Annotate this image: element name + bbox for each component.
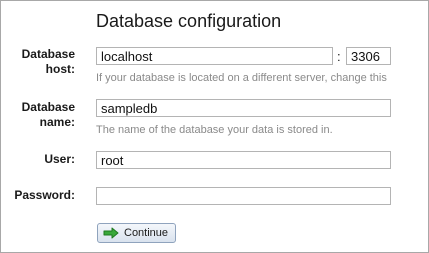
user-input[interactable] (96, 151, 391, 169)
db-port-input[interactable] (346, 47, 391, 65)
continue-button[interactable]: Continue (97, 223, 176, 243)
port-separator: : (337, 49, 341, 64)
db-host-input[interactable] (96, 47, 333, 65)
db-host-label-line1: Database (21, 47, 75, 61)
continue-label: Continue (124, 227, 169, 239)
db-host-hint: If your database is located on a differe… (96, 72, 387, 84)
db-name-input[interactable] (96, 99, 391, 117)
db-name-label-line2: name: (39, 115, 75, 129)
db-name-label-line1: Database (21, 100, 75, 114)
db-host-label-line2: host: (45, 62, 75, 76)
user-label: User: (44, 152, 75, 166)
password-label: Password: (14, 188, 75, 202)
arrow-right-icon (103, 227, 119, 239)
page-title: Database configuration (96, 11, 282, 31)
db-name-hint: The name of the database your data is st… (96, 124, 333, 136)
db-config-panel: Database configuration Database host: : … (0, 0, 429, 253)
db-name-label: Database name: (22, 100, 75, 130)
db-host-label: Database host: (22, 47, 75, 77)
password-input[interactable] (96, 187, 391, 205)
